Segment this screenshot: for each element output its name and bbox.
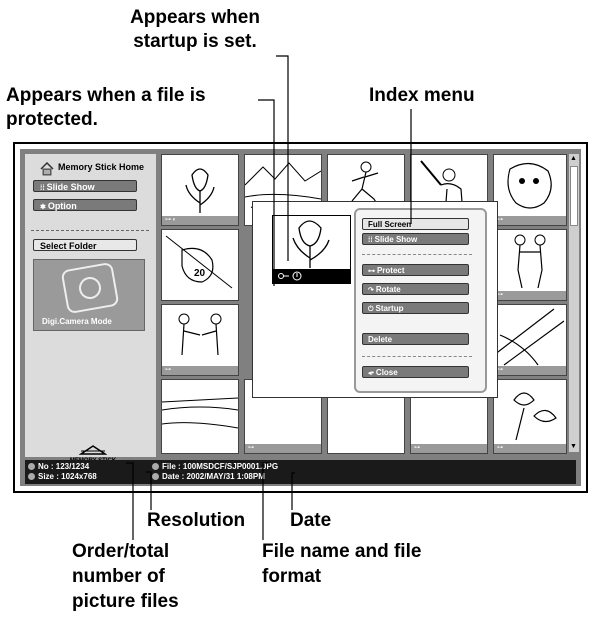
thumbnail-dog[interactable]: ⊶ xyxy=(493,154,567,226)
divider xyxy=(31,230,149,231)
full-screen-button[interactable]: Full Screen xyxy=(362,218,469,230)
callout-order: Order/total number of picture files xyxy=(72,539,179,614)
thumbnail-lines[interactable]: ⊶ xyxy=(493,304,567,376)
file-name: File : 100MSDCF/SJP0001.JPG xyxy=(162,462,279,471)
thumbnail-beach[interactable] xyxy=(161,379,239,454)
status-bar: No : 123/1234 Size : 1024x768 File : 100… xyxy=(25,460,576,484)
couple-picture xyxy=(514,234,546,289)
scrollbar[interactable]: ▲ ▼ xyxy=(569,154,579,452)
callout-order-line1: Order/total xyxy=(72,541,170,562)
slideshow-icon: ⁞⁞ xyxy=(40,185,47,192)
status-dot xyxy=(152,463,159,470)
menu-divider xyxy=(362,254,472,255)
thumbnail-status-bar: ⊶ xyxy=(411,444,487,453)
home-icon xyxy=(40,162,54,176)
back-arrow-icon: ◂• xyxy=(368,370,376,377)
rotate-icon: ↷ xyxy=(368,287,376,294)
callout-startup-line1: Appears when xyxy=(130,7,260,28)
thumbnail-baseball-slide[interactable]: 20 xyxy=(161,229,239,301)
callout-protected-line1: Appears when a file is xyxy=(6,85,206,106)
key-icon: ⊶ xyxy=(368,268,377,275)
beach-picture xyxy=(161,397,239,429)
order-number: No : 123/1234 xyxy=(38,462,90,471)
tulip-picture-large xyxy=(292,220,330,268)
protect-button[interactable]: ⊶ Protect xyxy=(362,264,469,276)
thumbnail-status-bar: ⊶ xyxy=(245,444,321,453)
close-button[interactable]: ◂• Close xyxy=(362,366,469,378)
thumbnail-couple[interactable]: ⊶ xyxy=(493,229,567,301)
scroll-down-icon[interactable]: ▼ xyxy=(570,443,577,451)
callout-order-line2: number of xyxy=(72,566,165,587)
startup-icon xyxy=(292,271,302,281)
callout-filename-line2: format xyxy=(262,566,322,587)
memory-stick-home-link[interactable]: Memory Stick Home xyxy=(58,162,144,172)
date: Date : 2002/MAY/31 1:08PM xyxy=(162,472,265,481)
delete-label: Delete xyxy=(368,335,393,344)
startup-button[interactable]: ⏻ Startup xyxy=(362,302,469,314)
callout-startup: Appears when startup is set. xyxy=(95,6,295,54)
index-menu: Full Screen ⁞⁞ Slide Show ⊶ Protect ↷ Ro… xyxy=(354,208,487,393)
dog-picture xyxy=(507,162,552,209)
slide-show-menu-label: Slide Show xyxy=(374,235,418,244)
status-dot xyxy=(28,473,35,480)
thumbnail-status-bar: ⊶ xyxy=(162,366,238,375)
callout-index-menu: Index menu xyxy=(369,85,475,106)
screen-inner: Memory Stick Home ⁞⁞ Slide Show ✱ Option… xyxy=(20,149,581,486)
status-dot xyxy=(28,463,35,470)
callout-filename: File name and file format xyxy=(262,539,421,589)
menu-divider xyxy=(362,356,472,357)
option-icon: ✱ xyxy=(40,204,48,211)
tulip-picture xyxy=(185,168,215,213)
left-panel: Memory Stick Home ⁞⁞ Slide Show ✱ Option… xyxy=(25,154,156,464)
tv-screen: Memory Stick Home ⁞⁞ Slide Show ✱ Option… xyxy=(13,142,588,493)
svg-text:20: 20 xyxy=(194,268,206,279)
thumbnail-status-bar: ⊶ xyxy=(494,291,566,300)
status-dot xyxy=(152,473,159,480)
thumbnail-status-bar: ⊶ xyxy=(494,216,566,225)
startup-label: Startup xyxy=(375,304,404,313)
selected-picture xyxy=(272,215,351,284)
close-label: Close xyxy=(375,368,398,377)
camera-icon xyxy=(60,261,120,315)
callout-filename-line1: File name and file xyxy=(262,541,422,562)
boxing-picture xyxy=(178,313,222,356)
digi-camera-mode-label: Digi.Camera Mode xyxy=(42,317,112,326)
callout-protected-line2: protected. xyxy=(6,109,98,130)
select-folder-button[interactable]: Select Folder xyxy=(33,239,137,251)
index-menu-popup: Full Screen ⁞⁞ Slide Show ⊶ Protect ↷ Ro… xyxy=(252,201,498,398)
thumbnail-boxing[interactable]: ⊶ xyxy=(161,304,239,376)
protect-label: Protect xyxy=(376,266,405,275)
resolution: Size : 1024x768 xyxy=(38,472,97,481)
rotate-button[interactable]: ↷ Rotate xyxy=(362,283,469,295)
select-folder-label: Select Folder xyxy=(40,241,97,251)
digi-camera-mode-button[interactable]: Digi.Camera Mode xyxy=(33,259,145,331)
thumbnail-status-bar: ⊶ xyxy=(494,366,566,375)
slide-show-menu-button[interactable]: ⁞⁞ Slide Show xyxy=(362,233,469,245)
thumbnail-flower[interactable]: ⊶ ◐ xyxy=(161,154,239,226)
callout-startup-line2: startup is set. xyxy=(133,31,257,52)
full-screen-label: Full Screen xyxy=(368,220,412,229)
abstract-picture xyxy=(493,308,565,366)
selected-picture-status-bar xyxy=(273,269,350,283)
option-button[interactable]: ✱ Option xyxy=(33,199,137,211)
thumbnail-status-bar: ⊶ xyxy=(494,444,566,453)
scroll-up-icon[interactable]: ▲ xyxy=(570,155,577,163)
scroll-thumb[interactable] xyxy=(570,166,578,226)
slideshow-icon: ⁞⁞ xyxy=(368,237,375,244)
slide-show-button[interactable]: ⁞⁞ Slide Show xyxy=(33,180,137,192)
thumbnail-flowers[interactable]: ⊶ xyxy=(493,379,567,454)
slide-show-label: Slide Show xyxy=(46,182,95,192)
memory-stick-logo-icon xyxy=(78,445,108,455)
thumbnail-status-bar: ⊶ ◐ xyxy=(162,216,238,225)
flowers-picture xyxy=(513,392,557,441)
baseball-slide-picture: 20 xyxy=(165,235,233,289)
delete-button[interactable]: Delete xyxy=(362,333,469,345)
protect-key-icon xyxy=(278,273,289,279)
option-label: Option xyxy=(47,201,77,211)
rotate-label: Rotate xyxy=(375,285,401,294)
callout-protected: Appears when a file is protected. xyxy=(6,84,206,132)
callout-order-line3: picture files xyxy=(72,591,179,612)
callout-date: Date xyxy=(290,510,332,531)
callout-resolution: Resolution xyxy=(147,510,246,531)
